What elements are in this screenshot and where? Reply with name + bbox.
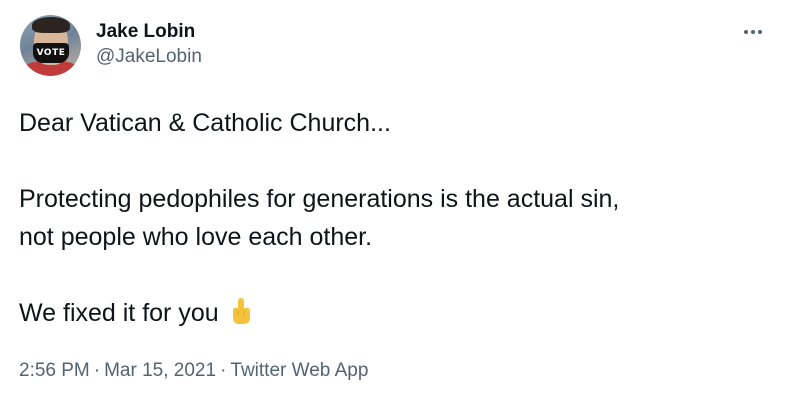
tweet-line: Protecting pedophiles for generations is…	[19, 185, 620, 213]
meta-separator: ·	[220, 360, 227, 381]
tweet-meta: 2:56 PM · Mar 15, 2021 · Twitter Web App	[19, 360, 368, 382]
avatar-mask-text: VOTE	[33, 43, 69, 63]
tweet-date[interactable]: Mar 15, 2021	[104, 360, 216, 381]
avatar[interactable]: VOTE	[20, 15, 81, 76]
author-display-name[interactable]: Jake Lobin	[96, 21, 195, 43]
meta-separator: ·	[93, 360, 101, 381]
tweet-line-last: We fixed it for you	[19, 294, 759, 332]
tweet-time[interactable]: 2:56 PM	[19, 360, 90, 381]
tweet-source[interactable]: Twitter Web App	[230, 360, 368, 381]
tweet-card: VOTE Jake Lobin @JakeLobin Dear Vatican …	[0, 0, 787, 400]
tweet-line: Dear Vatican & Catholic Church...	[19, 109, 391, 137]
author-handle[interactable]: @JakeLobin	[96, 46, 202, 68]
middle-finger-emoji-icon	[229, 297, 253, 325]
tweet-text: Dear Vatican & Catholic Church... Protec…	[19, 104, 759, 332]
more-options-icon[interactable]	[738, 20, 768, 44]
tweet-line: We fixed it for you	[19, 299, 219, 327]
tweet-line: not people who love each other.	[19, 223, 373, 251]
